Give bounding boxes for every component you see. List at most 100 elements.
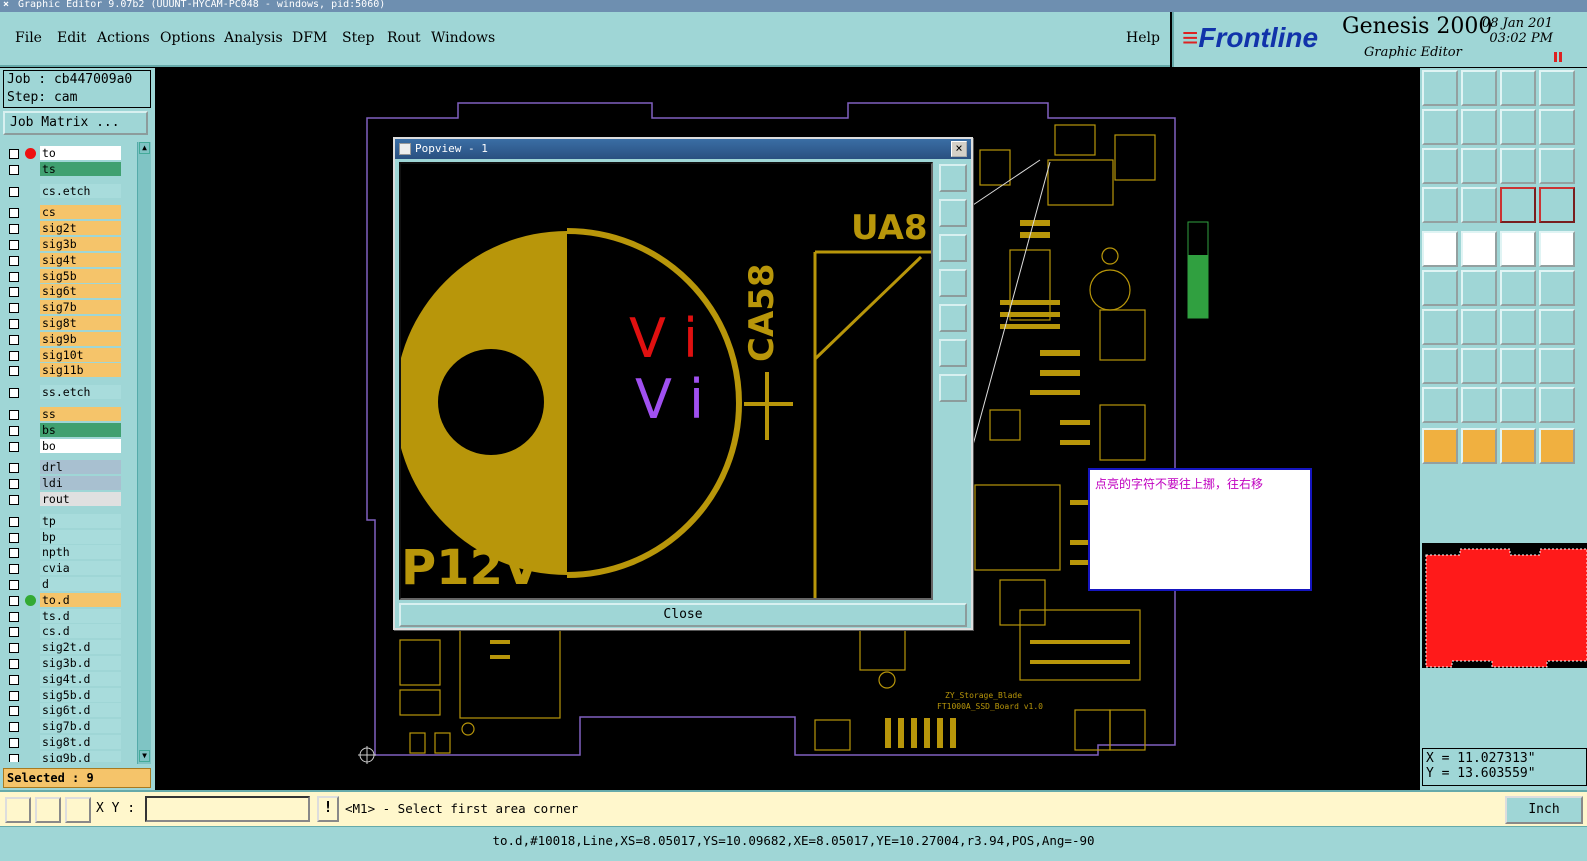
layer-checkbox[interactable] [9,255,19,266]
units-button[interactable]: Inch [1505,796,1583,824]
layer-name[interactable]: sig6t.d [40,703,121,718]
layer-row[interactable]: sig6t.d [3,703,135,718]
layer-row[interactable]: sig8t [3,316,135,331]
zoom-in-icon[interactable] [939,374,967,402]
layer-name[interactable]: bo [40,438,121,453]
zoom-prev-icon[interactable] [1422,109,1458,145]
layer-name[interactable]: sig5b [40,268,121,283]
help-icon[interactable] [1539,148,1575,184]
xy-input[interactable] [145,796,310,822]
layer-row[interactable]: tp [3,513,135,529]
layer-checkbox[interactable] [9,532,19,543]
layer-name[interactable]: ts.d [40,608,121,623]
layer-name[interactable]: sig8t [40,316,121,330]
layer-row[interactable]: cs.d [3,624,135,639]
menu-file[interactable]: File [15,30,42,46]
line-icon[interactable] [1500,270,1536,306]
layer-name[interactable]: ss [40,407,121,421]
layer-checkbox[interactable] [9,425,19,436]
cross-icon[interactable] [1461,270,1497,306]
zoom-window-icon[interactable] [939,164,967,192]
layer-checkbox[interactable] [9,350,19,361]
layer-checkbox[interactable] [9,149,19,159]
zoom-next-icon[interactable] [1461,109,1497,145]
layer-row[interactable]: sig2t [3,221,135,236]
layer-name[interactable]: rout [40,492,121,506]
pause-icon[interactable] [1554,52,1557,62]
connect-icon[interactable] [1422,270,1458,306]
layer-checkbox[interactable] [9,319,19,329]
layer-row[interactable]: bs [3,422,135,438]
snap-angle-icon[interactable] [35,797,61,823]
scroll-up-icon[interactable]: ▲ [139,142,150,154]
pan-left-icon[interactable] [939,269,967,297]
layers-icon[interactable] [1500,187,1536,223]
layer-row[interactable]: sig8t.d [3,735,135,750]
layer-name[interactable]: sig7b [40,300,121,315]
layer-checkbox[interactable] [9,303,19,314]
layer-row[interactable]: sig7b [3,300,135,315]
layer-row[interactable]: sig4t.d [3,671,135,687]
layer-checkbox[interactable] [9,611,19,622]
zoom-box-icon[interactable] [1500,109,1536,145]
layer-row[interactable]: ts [3,161,135,177]
undo-icon[interactable] [1539,109,1575,145]
arc-icon[interactable] [1539,270,1575,306]
layer-checkbox[interactable] [9,388,19,399]
layer-row[interactable]: sig3b.d [3,656,135,671]
layer-checkbox[interactable] [9,441,19,452]
triangle-a-icon[interactable] [1422,387,1458,423]
layer-row[interactable]: bo [3,438,135,454]
layer-checkbox[interactable] [9,287,19,298]
features-icon[interactable] [1539,187,1575,223]
layer-name[interactable]: sig4t [40,252,121,267]
layer-checkbox[interactable] [9,495,19,505]
home-icon[interactable] [1500,70,1536,106]
layer-checkbox[interactable] [9,164,19,175]
pointer-circle-icon[interactable] [1500,428,1536,464]
fit-icon[interactable] [1422,148,1458,184]
trace-icon[interactable] [1461,348,1497,384]
layer-checkbox[interactable] [9,366,19,377]
layer-name[interactable]: cs [40,205,121,220]
layer-checkbox[interactable] [9,334,19,345]
menu-actions[interactable]: Actions [97,30,150,46]
menu-step[interactable]: Step [342,30,374,46]
snap-center-icon[interactable] [65,797,91,823]
board-minimap[interactable] [1422,543,1587,668]
layer-checkbox[interactable] [9,580,19,590]
rotate-icon[interactable] [1500,309,1536,345]
slash-icon[interactable] [1461,309,1497,345]
layer-checkbox[interactable] [9,674,19,685]
layer-row[interactable]: ldi [3,476,135,491]
menu-edit[interactable]: Edit [57,30,86,46]
layer-name[interactable]: sig2t.d [40,640,121,655]
layer-row[interactable]: cs [3,205,135,220]
layer-name[interactable]: drl [40,460,121,475]
spread-icon[interactable] [1500,348,1536,384]
layer-checkbox[interactable] [9,595,19,606]
layer-name[interactable]: cs.etch [40,183,121,198]
layer-name[interactable]: sig3b [40,237,121,251]
layer-row[interactable]: to.d [3,592,135,608]
layer-checkbox[interactable] [9,410,19,420]
job-matrix-button[interactable]: Job Matrix ... [3,111,148,135]
layer-checkbox[interactable] [9,690,19,701]
mirror-icon[interactable] [1539,309,1575,345]
layer-name[interactable]: sig8t.d [40,735,121,749]
redraw-icon[interactable] [1539,70,1575,106]
net-icon[interactable] [1539,348,1575,384]
layer-name[interactable]: sig9b.d [40,750,121,762]
pointer-box-icon[interactable] [1461,428,1497,464]
layer-row[interactable]: rout [3,492,135,507]
center-icon[interactable] [1461,148,1497,184]
layer-row[interactable]: sig5b [3,268,135,284]
snap-grid-icon[interactable] [5,797,31,823]
layer-row[interactable]: to [3,146,135,161]
layer-row[interactable]: cvia [3,561,135,576]
menu-options[interactable]: Options [160,30,215,46]
highlight-icon[interactable] [1461,231,1497,267]
menu-dfm[interactable]: DFM [292,30,327,46]
layer-checkbox[interactable] [9,479,19,490]
layer-name[interactable]: npth [40,545,121,560]
